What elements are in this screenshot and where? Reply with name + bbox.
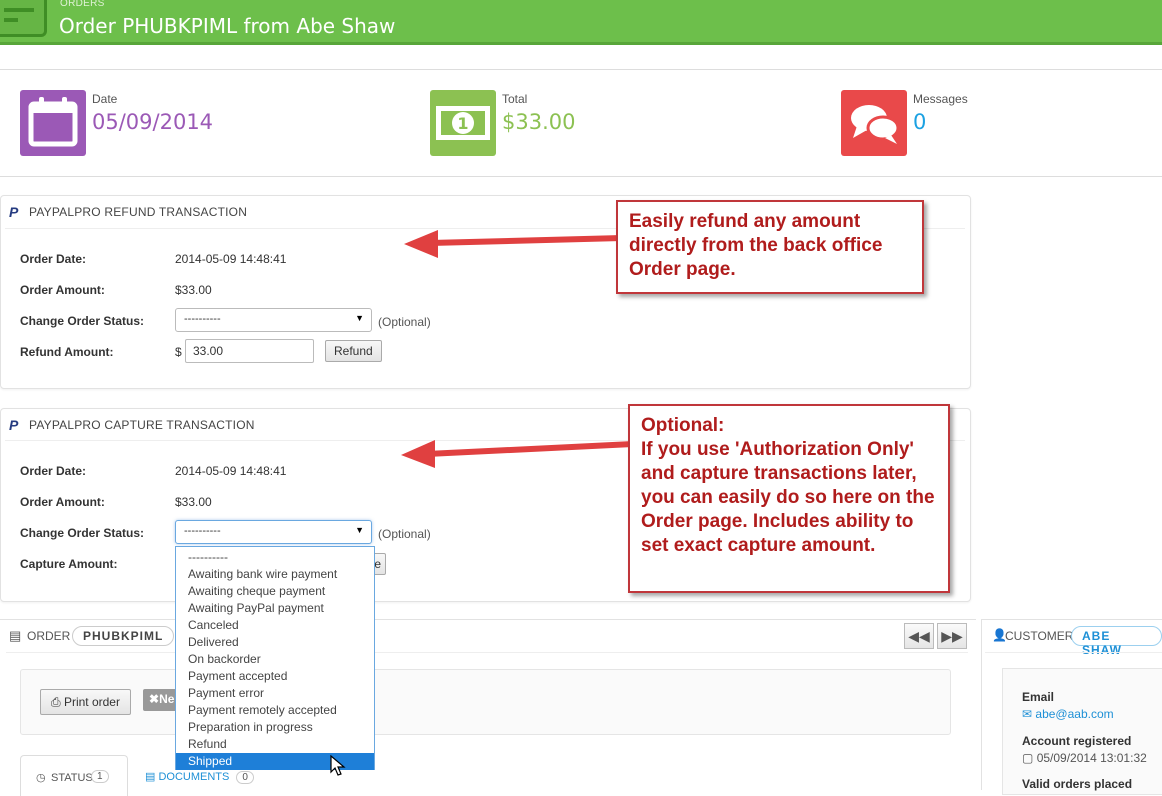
capture-callout-text: If you use 'Authorization Only' and capt… xyxy=(641,439,935,556)
capture-status-dropdown-list[interactable]: ---------- Awaiting bank wire payment Aw… xyxy=(175,546,375,770)
dropdown-option[interactable]: Canceled xyxy=(176,617,374,634)
capture-order-date-value: 2014-05-09 14:48:41 xyxy=(175,464,287,478)
close-icon: ✖ xyxy=(149,692,160,706)
kpi-total-label: Total xyxy=(502,92,528,106)
dropdown-option[interactable]: Preparation in progress xyxy=(176,719,374,736)
customer-registered: ▢ 05/09/2014 13:01:32 xyxy=(1022,751,1147,765)
dropdown-option[interactable]: Payment remotely accepted xyxy=(176,702,374,719)
rewind-icon: ◀◀ xyxy=(908,628,930,644)
tab-status[interactable]: ◷ STATUS 1 xyxy=(20,755,128,796)
customer-email-value: abe@aab.com xyxy=(1035,707,1114,721)
refund-order-amount-value: $33.00 xyxy=(175,283,212,297)
refund-callout-arrow xyxy=(404,230,622,258)
order-label: ORDER xyxy=(27,629,71,643)
paypal-icon: P xyxy=(9,204,19,220)
refund-button[interactable]: Refund xyxy=(325,340,382,362)
dropdown-option[interactable]: Awaiting bank wire payment xyxy=(176,566,374,583)
mouse-cursor-icon xyxy=(330,755,346,776)
kpi-date-label: Date xyxy=(92,92,118,106)
chevron-down-icon: ▼ xyxy=(355,313,364,323)
calendar-icon xyxy=(20,90,86,156)
refund-status-label: Change Order Status: xyxy=(20,314,145,328)
orders-card-icon xyxy=(0,0,47,37)
previous-order-button[interactable]: ◀◀ xyxy=(904,623,934,649)
kpi-messages-value: 0 xyxy=(913,110,927,134)
capture-panel-title: PAYPALPRO CAPTURE TRANSACTION xyxy=(29,418,255,432)
dropdown-option[interactable]: Payment accepted xyxy=(176,668,374,685)
calendar-icon: ▢ xyxy=(1022,751,1034,765)
tab-documents-count: 0 xyxy=(236,771,254,784)
capture-callout-arrow xyxy=(401,440,633,468)
money-icon: 1 xyxy=(430,90,496,156)
print-order-button[interactable]: ⎙ Print order xyxy=(40,689,131,715)
tab-status-count: 1 xyxy=(91,770,109,783)
dropdown-option[interactable]: On backorder xyxy=(176,651,374,668)
clock-icon: ◷ xyxy=(36,772,46,784)
dropdown-option[interactable]: Refund xyxy=(176,736,374,753)
dropdown-option[interactable]: Awaiting PayPal payment xyxy=(176,600,374,617)
dropdown-option[interactable]: Payment error xyxy=(176,685,374,702)
document-icon: ▤ xyxy=(145,771,156,783)
customer-name-badge[interactable]: ABE SHAW xyxy=(1071,626,1162,657)
dropdown-option[interactable]: ---------- xyxy=(176,549,374,566)
printer-icon: ⎙ xyxy=(51,695,61,709)
refund-order-amount-label: Order Amount: xyxy=(20,283,105,297)
capture-callout-heading: Optional: xyxy=(641,415,725,436)
panel-divider xyxy=(985,652,1162,653)
capture-status-label: Change Order Status: xyxy=(20,526,145,540)
customer-email-label: Email xyxy=(1022,690,1055,704)
refund-status-value: ---------- xyxy=(184,313,221,325)
breadcrumb[interactable]: ORDERS xyxy=(60,0,105,9)
kpi-date-value: 05/09/2014 xyxy=(92,110,214,134)
capture-order-amount-value: $33.00 xyxy=(175,495,212,509)
money-glyph: 1 xyxy=(457,114,468,133)
refund-order-date-value: 2014-05-09 14:48:41 xyxy=(175,252,287,266)
capture-order-date-label: Order Date: xyxy=(20,464,87,478)
customer-email-link[interactable]: ✉ abe@aab.com xyxy=(1022,707,1114,721)
refund-panel-title: PAYPALPRO REFUND TRANSACTION xyxy=(29,205,248,219)
order-card-icon: ▤ xyxy=(9,628,22,643)
customer-registered-value: 05/09/2014 13:01:32 xyxy=(1036,751,1147,765)
chevron-down-icon: ▼ xyxy=(355,525,364,535)
dropdown-option[interactable]: Delivered xyxy=(176,634,374,651)
tab-documents[interactable]: ▤ DOCUMENTS 0 xyxy=(145,770,254,784)
capture-optional-note: (Optional) xyxy=(378,527,431,541)
kpi-total-value: $33.00 xyxy=(502,110,576,134)
capture-callout: Optional: If you use 'Authorization Only… xyxy=(628,404,950,593)
customer-valid-orders-label: Valid orders placed xyxy=(1022,777,1133,791)
next-order-button[interactable]: ▶▶ xyxy=(937,623,967,649)
order-reference-badge: PHUBKPIML xyxy=(72,626,175,646)
capture-status-select[interactable]: ---------- ▼ xyxy=(175,520,372,544)
new-button-label: Ne xyxy=(159,692,175,706)
envelope-icon: ✉ xyxy=(1022,707,1033,721)
customer-details-well xyxy=(1002,668,1162,795)
refund-optional-note: (Optional) xyxy=(378,315,431,329)
paypal-icon: P xyxy=(9,417,19,433)
capture-order-amount-label: Order Amount: xyxy=(20,495,105,509)
tab-status-label: STATUS xyxy=(51,772,93,784)
chat-bubbles-icon xyxy=(841,90,907,156)
capture-status-value: ---------- xyxy=(184,525,221,537)
refund-status-select[interactable]: ---------- ▼ xyxy=(175,308,372,332)
page-title: Order PHUBKPIML from Abe Shaw xyxy=(59,14,396,38)
new-button[interactable]: ✖Ne xyxy=(143,689,175,711)
panel-divider xyxy=(6,652,968,653)
print-order-label: Print order xyxy=(63,695,120,709)
kpi-messages-label: Messages xyxy=(913,92,968,106)
customer-registered-label: Account registered xyxy=(1022,734,1132,748)
refund-callout: Easily refund any amount directly from t… xyxy=(616,200,924,294)
refund-amount-input[interactable]: 33.00 xyxy=(185,339,314,363)
capture-amount-label: Capture Amount: xyxy=(20,557,118,571)
customer-label: CUSTOMER xyxy=(1005,629,1074,643)
refund-currency: $ xyxy=(175,345,182,359)
refund-amount-label: Refund Amount: xyxy=(20,345,114,359)
refund-order-date-label: Order Date: xyxy=(20,252,87,266)
dropdown-option[interactable]: Awaiting cheque payment xyxy=(176,583,374,600)
tab-documents-label: DOCUMENTS xyxy=(158,771,230,783)
fast-forward-icon: ▶▶ xyxy=(941,628,963,644)
